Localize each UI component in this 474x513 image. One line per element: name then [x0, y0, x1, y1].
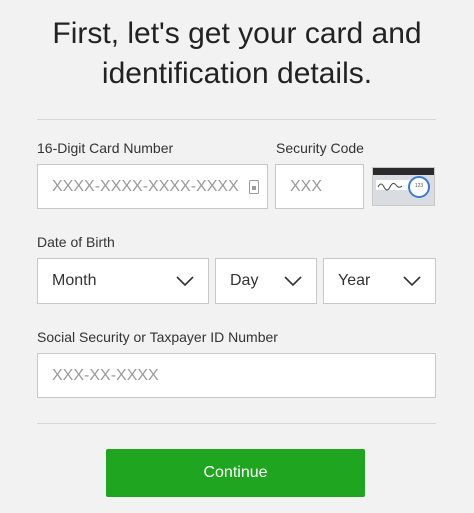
dob-label: Date of Birth: [37, 234, 115, 250]
continue-button[interactable]: Continue: [106, 449, 365, 497]
security-code-placeholder: XXX: [290, 177, 323, 195]
card-number-field[interactable]: XXXX-XXXX-XXXX-XXXX: [37, 164, 268, 209]
security-code-field[interactable]: XXX: [275, 164, 364, 209]
card-info-icon: [249, 179, 259, 194]
year-select-value: Year: [338, 272, 371, 289]
bottom-divider: [37, 423, 436, 424]
day-select-value: Day: [230, 272, 259, 289]
security-code-example: 123: [414, 183, 424, 189]
title-line-1: First, let's get your card and: [52, 17, 422, 50]
chevron-down-icon: [403, 276, 421, 287]
chevron-down-icon: [176, 276, 194, 287]
security-code-label: Security Code: [276, 140, 364, 156]
card-number-label: 16-Digit Card Number: [37, 140, 174, 156]
month-select-value: Month: [52, 272, 97, 289]
page-title: First, let's get your card and identific…: [0, 14, 474, 94]
month-select[interactable]: Month: [37, 258, 209, 304]
chevron-down-icon: [284, 276, 302, 287]
ssn-placeholder: XXX-XX-XXXX: [52, 366, 159, 384]
year-select[interactable]: Year: [323, 258, 436, 304]
ssn-field[interactable]: XXX-XX-XXXX: [37, 353, 436, 398]
card-number-placeholder: XXXX-XXXX-XXXX-XXXX: [52, 177, 239, 195]
title-line-2: identification details.: [101, 57, 373, 90]
day-select[interactable]: Day: [215, 258, 317, 304]
ssn-label: Social Security or Taxpayer ID Number: [37, 329, 278, 345]
security-code-card-image: 123: [372, 167, 435, 206]
top-divider: [37, 119, 436, 120]
